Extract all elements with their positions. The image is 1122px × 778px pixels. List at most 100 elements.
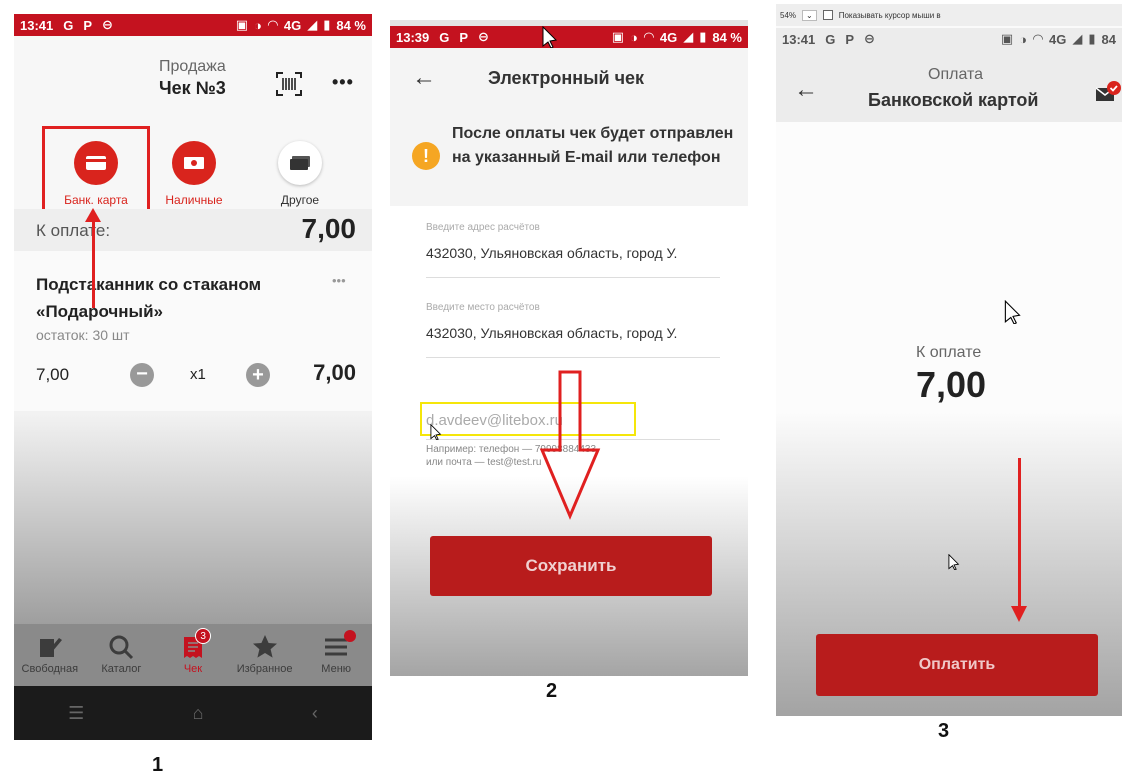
menu-notification-dot <box>344 630 357 642</box>
status-sync-icon: ⊖ <box>102 17 113 32</box>
annotation-arrow-head <box>1011 606 1027 622</box>
battery-level: 84 <box>1101 31 1116 47</box>
signal-icon: ◢ <box>307 17 318 32</box>
status-g-icon: G <box>439 29 450 45</box>
faded-overlay <box>14 414 372 624</box>
vibrate-icon: ▣ <box>235 17 248 32</box>
nav-label: Свободная <box>21 663 79 675</box>
decrease-quantity-button[interactable]: − <box>130 363 154 387</box>
payment-method-label: Другое <box>280 193 320 207</box>
wifi-icon: ◠ <box>1033 31 1044 46</box>
wallet-icon <box>278 141 322 185</box>
address-field[interactable]: Введите адрес расчётов 432030, Ульяновск… <box>426 222 720 278</box>
wifi-icon: ◠ <box>267 17 278 32</box>
data-saver-icon: ◑ <box>254 17 262 33</box>
page-title: Электронный чек <box>488 68 645 88</box>
item-name: Подстаканник со стаканом «Подарочный» <box>36 275 262 321</box>
zoom-dropdown[interactable]: ⌄ <box>802 9 817 21</box>
payment-method-card[interactable]: Банк. карта <box>42 126 150 216</box>
annotation-arrow-head <box>85 208 101 222</box>
barcode-scan-icon[interactable] <box>276 72 302 96</box>
pencil-icon <box>39 638 62 657</box>
network-type: 4G <box>1049 31 1067 47</box>
search-icon <box>109 635 134 660</box>
show-cursor-label: Показывать курсор мыши в <box>838 10 941 20</box>
place-field-label: Введите место расчётов <box>426 302 540 313</box>
data-saver-icon: ◑ <box>1019 31 1028 47</box>
card-icon <box>74 141 118 185</box>
star-icon <box>252 635 277 658</box>
item-sum: 7,00 <box>313 360 356 385</box>
network-type: 4G <box>283 17 302 33</box>
screen-2-e-receipt: 13:39 G P ⊖ ▣ ◑ ◠ 4G ◢ ▮ 84 % ← Электрон… <box>390 20 748 676</box>
screen-number-1: 1 <box>152 754 164 776</box>
recent-apps-icon[interactable]: ☰ <box>68 703 84 724</box>
nav-label: Избранное <box>236 663 293 675</box>
total-value: 7,00 <box>916 364 987 405</box>
total-value: 7,00 <box>301 213 357 244</box>
item-quantity: x1 <box>190 366 206 383</box>
receipt-badge: 3 <box>195 628 212 644</box>
status-time: 13:39 <box>396 29 430 45</box>
nav-item-favorites[interactable]: Избранное <box>229 626 301 686</box>
nav-item-receipt[interactable]: 3 Чек <box>157 626 229 686</box>
screen-1-sale: 13:41 G P ⊖ ▣ ◑ ◠ 4G ◢ ▮ 84 % Продажа Че… <box>14 14 372 740</box>
vibrate-icon: ▣ <box>611 29 624 44</box>
page-subtitle: Оплата <box>928 66 984 83</box>
status-bar: 13:41 G P ⊖ ▣ ◑ ◠ 4G ◢ ▮ 84 <box>776 28 1122 50</box>
mouse-cursor-icon <box>430 423 442 445</box>
back-icon[interactable]: ‹ <box>312 703 318 724</box>
status-sync-icon: ⊖ <box>478 29 489 44</box>
status-time: 13:41 <box>782 31 816 47</box>
battery-icon: ▮ <box>323 17 331 32</box>
sale-subtitle: Продажа <box>159 58 226 75</box>
notice-panel: ! После оплаты чек будет отправлен на ук… <box>390 110 748 206</box>
address-field-label: Введите адрес расчётов <box>426 222 540 233</box>
item-more-icon[interactable]: ••• <box>332 273 346 288</box>
nav-item-catalog[interactable]: Каталог <box>86 626 158 686</box>
screen-number-2: 2 <box>546 680 558 702</box>
more-menu-icon[interactable]: ••• <box>332 72 354 93</box>
item-stock: остаток: 30 шт <box>36 327 130 343</box>
show-cursor-checkbox[interactable] <box>822 10 833 20</box>
save-button-label: Сохранить <box>525 556 617 575</box>
nav-label: Меню <box>321 663 352 675</box>
notice-text: После оплаты чек будет отправлен на указ… <box>452 125 734 166</box>
sale-header: Продажа Чек №3 ••• Банк. карта Наличные … <box>14 36 372 226</box>
wifi-icon: ◠ <box>643 29 654 44</box>
back-arrow-icon[interactable]: ← <box>794 76 818 104</box>
status-bar: 13:41 G P ⊖ ▣ ◑ ◠ 4G ◢ ▮ 84 % <box>14 14 372 36</box>
nav-item-free[interactable]: Свободная <box>14 626 86 686</box>
annotation-down-arrow <box>539 370 601 520</box>
nav-item-menu[interactable]: Меню <box>300 626 372 686</box>
email-highlight-box <box>420 402 636 436</box>
total-label: К оплате: <box>36 221 111 240</box>
pay-button[interactable]: Оплатить <box>816 634 1098 696</box>
address-field-value: 432030, Ульяновская область, город У. <box>426 245 678 261</box>
status-g-icon: G <box>63 17 74 33</box>
save-button[interactable]: Сохранить <box>430 536 712 596</box>
battery-level: 84 % <box>712 29 742 45</box>
home-icon[interactable]: ⌂ <box>193 703 204 724</box>
receipt-title: Чек №3 <box>159 78 226 98</box>
status-time: 13:41 <box>20 17 54 33</box>
mouse-cursor-icon <box>1004 299 1022 329</box>
signal-icon: ◢ <box>1072 31 1083 46</box>
payment-method-cash[interactable]: Наличные <box>154 126 234 216</box>
increase-quantity-button[interactable]: + <box>246 363 270 387</box>
back-arrow-icon[interactable]: ← <box>412 64 436 92</box>
network-type: 4G <box>659 29 678 45</box>
page-title: Банковской картой <box>868 90 1039 110</box>
payment-method-label: Банк. карта <box>64 193 128 207</box>
place-field[interactable]: Введите место расчётов 432030, Ульяновск… <box>426 302 720 358</box>
total-row: К оплате: 7,00 <box>14 209 372 251</box>
status-sync-icon: ⊖ <box>864 31 875 46</box>
email-receipt-icon[interactable] <box>1095 80 1122 111</box>
nav-label: Чек <box>183 663 203 675</box>
payment-method-other[interactable]: Другое <box>260 126 340 216</box>
mouse-cursor-icon <box>948 553 960 575</box>
page-header: ← Оплата Банковской картой <box>776 50 1122 122</box>
status-p-icon: P <box>845 31 855 47</box>
annotation-arrow-shaft <box>92 220 95 308</box>
cart-item[interactable]: Подстаканник со стаканом «Подарочный» ••… <box>14 251 372 411</box>
